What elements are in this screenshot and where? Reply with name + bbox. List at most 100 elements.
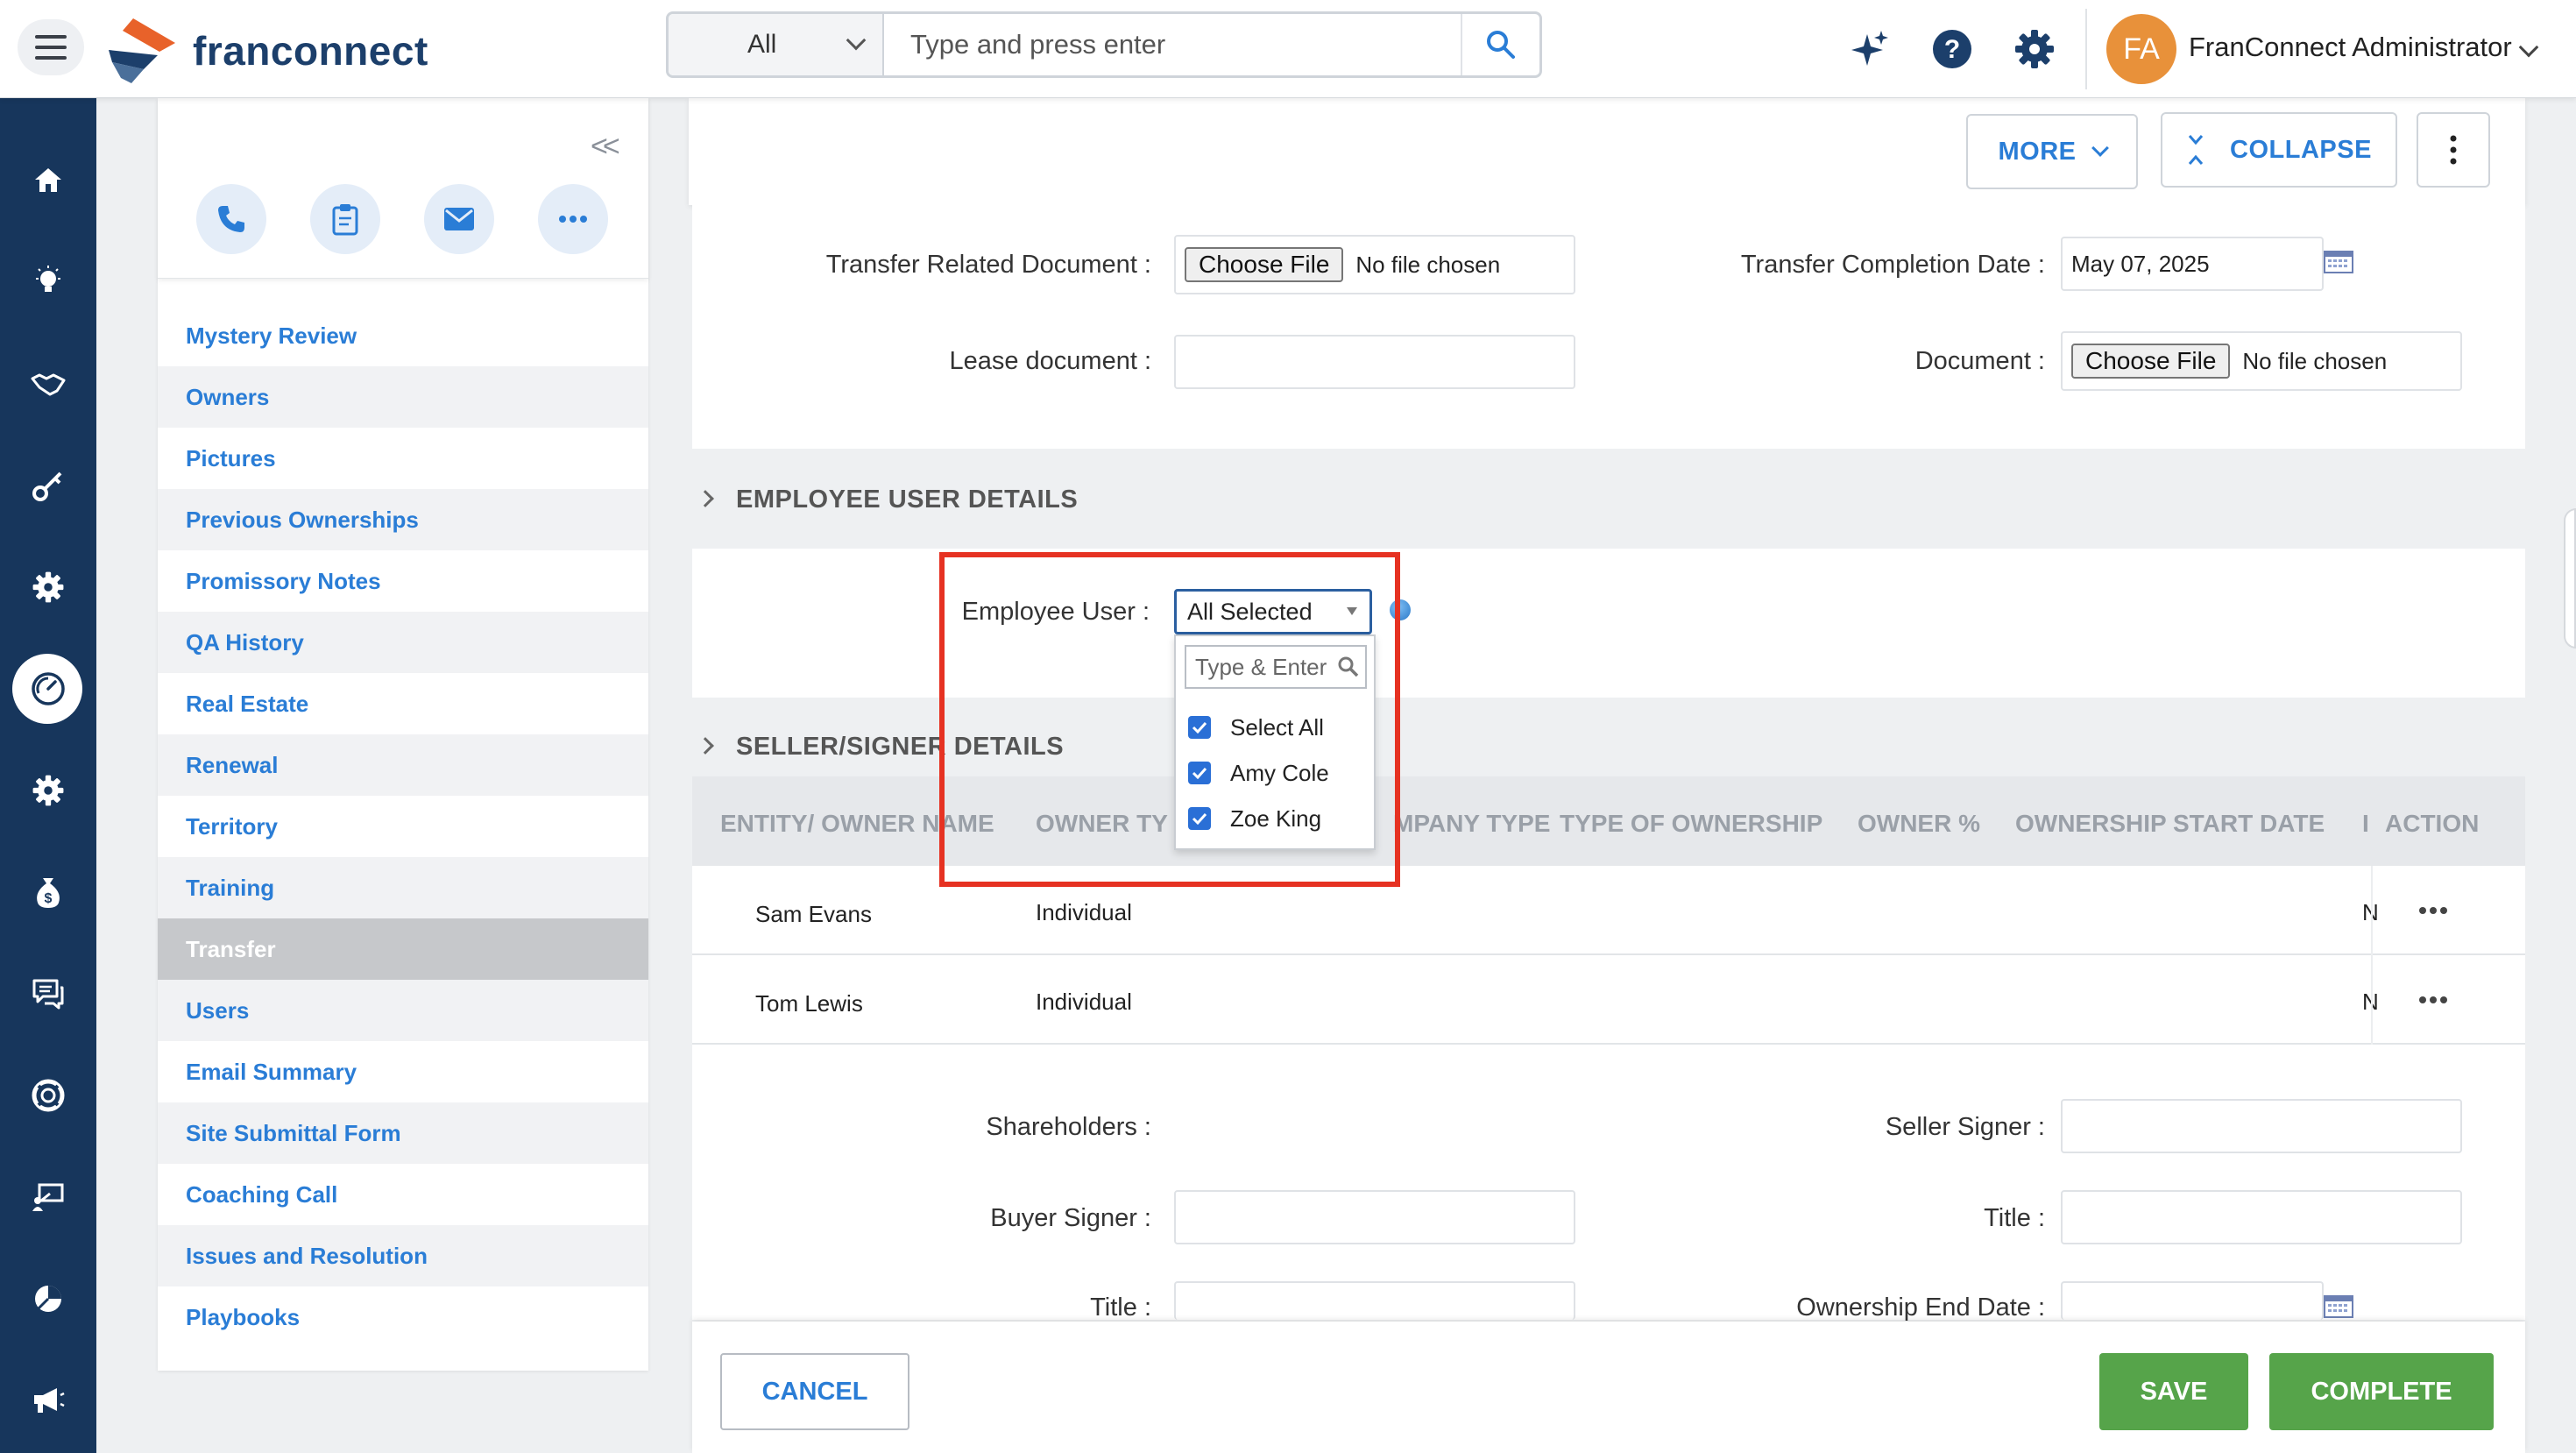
option-select-all[interactable]: Select All xyxy=(1188,710,1324,745)
kebab-menu-button[interactable] xyxy=(2417,112,2490,188)
rail-training-icon[interactable] xyxy=(0,1162,96,1232)
subnav-item-issues-and-resolution[interactable]: Issues and Resolution xyxy=(158,1225,648,1286)
phone-icon[interactable] xyxy=(196,184,266,254)
checkbox-checked-icon[interactable] xyxy=(1188,716,1211,739)
search-scope-select[interactable]: All xyxy=(669,14,884,75)
title-input-2[interactable] xyxy=(1174,1281,1575,1320)
employee-user-select[interactable]: All Selected xyxy=(1174,589,1372,634)
subnav-item-previous-ownerships[interactable]: Previous Ownerships xyxy=(158,489,648,550)
subnav-item-transfer[interactable]: Transfer xyxy=(158,918,648,980)
completion-date-input[interactable]: May 07, 2025 xyxy=(2061,237,2324,291)
seller-section-title[interactable]: SELLER/SIGNER DETAILS xyxy=(736,733,1064,762)
app-logo[interactable]: franconnect xyxy=(105,16,428,86)
checkbox-checked-icon[interactable] xyxy=(1188,762,1211,784)
subnav-item-real-estate[interactable]: Real Estate xyxy=(158,673,648,734)
search-button[interactable] xyxy=(1461,14,1539,75)
subnav-item-owners[interactable]: Owners xyxy=(158,366,648,428)
user-name[interactable]: FranConnect Administrator xyxy=(2189,32,2512,63)
rail-lightbulb-icon[interactable] xyxy=(0,247,96,317)
option-zoe-king[interactable]: Zoe King xyxy=(1188,801,1321,836)
subnav-item-site-submittal-form[interactable]: Site Submittal Form xyxy=(158,1102,648,1164)
buyer-signer-input[interactable] xyxy=(1174,1190,1575,1244)
rail-key-icon[interactable] xyxy=(0,450,96,521)
owner-name: Sam Evans xyxy=(755,901,872,927)
more-icon[interactable] xyxy=(538,184,608,254)
rail-home-icon[interactable] xyxy=(0,145,96,216)
choose-file-button-2[interactable]: Choose File xyxy=(2071,344,2231,379)
search-input[interactable] xyxy=(884,14,1461,75)
option-amy-cole[interactable]: Amy Cole xyxy=(1188,755,1329,790)
ownership-end-date-input[interactable] xyxy=(2061,1281,2324,1320)
rail-gear-icon-2[interactable] xyxy=(0,755,96,826)
svg-text:?: ? xyxy=(1944,35,1960,64)
record-toolbar: MORE COLLAPSE xyxy=(689,98,2525,205)
transfer-form-card: Transfer Related Document : Choose File … xyxy=(692,205,2525,449)
subnav-item-territory[interactable]: Territory xyxy=(158,796,648,857)
subnav-item-pictures[interactable]: Pictures xyxy=(158,428,648,489)
col-owner-percent[interactable]: OWNER % xyxy=(1858,810,1980,838)
col-company-type[interactable]: MPANY TYPE xyxy=(1393,810,1550,838)
subnav-item-mystery-review[interactable]: Mystery Review xyxy=(158,305,648,366)
settings-icon[interactable] xyxy=(2012,26,2057,72)
sparkle-icon[interactable] xyxy=(1847,26,1893,72)
checkbox-checked-icon[interactable] xyxy=(1188,807,1211,830)
rail-megaphone-icon[interactable] xyxy=(0,1365,96,1435)
top-header: franconnect All ? xyxy=(0,0,2576,98)
collapse-button[interactable]: COLLAPSE xyxy=(2161,112,2397,188)
rail-money-bag-icon[interactable]: $ xyxy=(0,857,96,927)
rail-handshake-icon[interactable] xyxy=(0,349,96,419)
subnav-item-coaching-call[interactable]: Coaching Call xyxy=(158,1164,648,1225)
rail-support-icon[interactable] xyxy=(0,1060,96,1131)
seller-signer-input[interactable] xyxy=(2061,1099,2462,1153)
owner-type: Individual xyxy=(1036,899,1132,925)
more-actions-icon[interactable] xyxy=(2418,906,2448,915)
title-input[interactable] xyxy=(2061,1190,2462,1244)
more-button[interactable]: MORE xyxy=(1966,114,2138,189)
rail-dashboard-icon[interactable] xyxy=(0,654,96,724)
subnav-item-qa-history[interactable]: QA History xyxy=(158,612,648,673)
col-type-of-ownership[interactable]: TYPE OF OWNERSHIP xyxy=(1560,810,1822,838)
clipboard-icon[interactable] xyxy=(310,184,380,254)
subnav-item-renewal[interactable]: Renewal xyxy=(158,734,648,796)
dropdown-arrow-icon xyxy=(1347,607,1357,615)
cancel-button[interactable]: CANCEL xyxy=(720,1353,909,1430)
mail-icon[interactable] xyxy=(424,184,494,254)
chevron-down-icon[interactable] xyxy=(2518,37,2539,58)
col-truncated[interactable]: I xyxy=(2362,810,2369,838)
employee-user-dropdown: Select All Amy Cole Zoe King xyxy=(1174,634,1376,850)
subnav-item-playbooks[interactable]: Playbooks xyxy=(158,1286,648,1348)
form-footer: CANCEL SAVE COMPLETE xyxy=(692,1322,2525,1453)
rail-pie-chart-icon[interactable] xyxy=(0,1264,96,1334)
subnav-item-promissory-notes[interactable]: Promissory Notes xyxy=(158,550,648,612)
employee-section-title[interactable]: EMPLOYEE USER DETAILS xyxy=(736,486,1078,514)
avatar[interactable]: FA xyxy=(2106,14,2176,84)
save-button[interactable]: SAVE xyxy=(2099,1353,2248,1430)
col-owner-type[interactable]: OWNER TY xyxy=(1036,810,1168,838)
subnav-item-users[interactable]: Users xyxy=(158,980,648,1041)
rail-chat-icon[interactable] xyxy=(0,959,96,1029)
info-icon[interactable] xyxy=(1390,599,1411,620)
collapse-panel-icon[interactable]: << xyxy=(591,130,620,164)
complete-button[interactable]: COMPLETE xyxy=(2269,1353,2494,1430)
help-icon[interactable]: ? xyxy=(1929,26,1975,72)
subnav-item-training[interactable]: Training xyxy=(158,857,648,918)
record-subpanel: << Mystery Review Owners Pictures Previo… xyxy=(158,98,648,1371)
lease-doc-input[interactable] xyxy=(1174,335,1575,389)
related-doc-file-input[interactable]: Choose File No file chosen xyxy=(1174,235,1575,294)
menu-icon[interactable] xyxy=(18,19,84,75)
choose-file-button[interactable]: Choose File xyxy=(1185,247,1344,282)
chevron-right-icon[interactable] xyxy=(697,737,714,755)
more-actions-icon[interactable] xyxy=(2418,996,2448,1004)
chevron-right-icon[interactable] xyxy=(697,490,714,507)
rail-gear-icon[interactable] xyxy=(0,552,96,622)
subnav-item-email-summary[interactable]: Email Summary xyxy=(158,1041,648,1102)
owner-name: Tom Lewis xyxy=(755,990,863,1017)
document-file-input[interactable]: Choose File No file chosen xyxy=(2061,331,2462,391)
document-label: Document : xyxy=(1914,347,2045,375)
search-scope-value: All xyxy=(747,30,777,59)
col-entity-owner-name[interactable]: ENTITY/ OWNER NAME xyxy=(720,810,994,838)
calendar-icon[interactable] xyxy=(2324,251,2353,273)
side-drawer-handle[interactable] xyxy=(2564,508,2576,649)
col-ownership-start-date[interactable]: OWNERSHIP START DATE xyxy=(2015,810,2325,838)
calendar-icon[interactable] xyxy=(2324,1295,2353,1318)
